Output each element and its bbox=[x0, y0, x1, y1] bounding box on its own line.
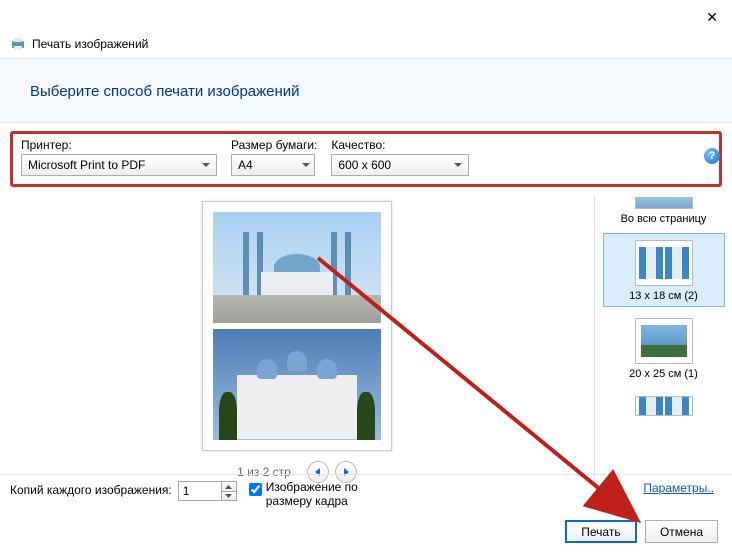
layout-sidebar: Во всю страницу 13 x 18 см (2) 20 x 25 с… bbox=[594, 195, 732, 483]
layout-option-partial-bottom[interactable] bbox=[603, 389, 725, 421]
window-title: Печать изображений bbox=[32, 37, 148, 51]
copies-down[interactable] bbox=[222, 492, 236, 501]
layout-full-page-label: Во всю страницу bbox=[621, 213, 707, 225]
layout-option-20x25[interactable]: 20 x 25 см (1) bbox=[603, 311, 725, 385]
preview-page bbox=[202, 201, 392, 451]
fit-to-frame-label: Изображение по размеру кадра bbox=[266, 481, 396, 509]
printer-select[interactable]: Microsoft Print to PDF bbox=[21, 154, 217, 176]
close-icon[interactable]: ✕ bbox=[706, 9, 718, 26]
copies-spinner[interactable] bbox=[178, 481, 237, 501]
copies-label: Копий каждого изображения: bbox=[10, 481, 172, 497]
page-headline: Выберите способ печати изображений bbox=[30, 83, 702, 100]
layout-option-partial[interactable] bbox=[635, 197, 693, 209]
layout-option-label: 13 x 18 см (2) bbox=[629, 290, 698, 302]
fit-to-frame-checkbox[interactable] bbox=[249, 483, 262, 496]
paper-label: Размер бумаги: bbox=[231, 138, 317, 152]
quality-label: Качество: bbox=[331, 138, 469, 152]
layout-option-13x18[interactable]: 13 x 18 см (2) bbox=[603, 233, 725, 307]
print-button[interactable]: Печать bbox=[565, 520, 637, 543]
preview-photo-1 bbox=[213, 212, 381, 323]
copies-input[interactable] bbox=[179, 482, 221, 500]
print-settings-highlight: Принтер: Microsoft Print to PDF Размер б… bbox=[10, 131, 722, 187]
help-icon[interactable]: ? bbox=[704, 148, 720, 164]
preview-photo-2 bbox=[213, 329, 381, 440]
paper-select[interactable]: A4 bbox=[231, 154, 315, 176]
copies-up[interactable] bbox=[222, 482, 236, 492]
printer-label: Принтер: bbox=[21, 138, 217, 152]
printer-icon bbox=[10, 36, 26, 52]
quality-select[interactable]: 600 x 600 bbox=[331, 154, 469, 176]
cancel-button[interactable]: Отмена bbox=[645, 520, 718, 543]
layout-option-label: 20 x 25 см (1) bbox=[629, 368, 698, 380]
